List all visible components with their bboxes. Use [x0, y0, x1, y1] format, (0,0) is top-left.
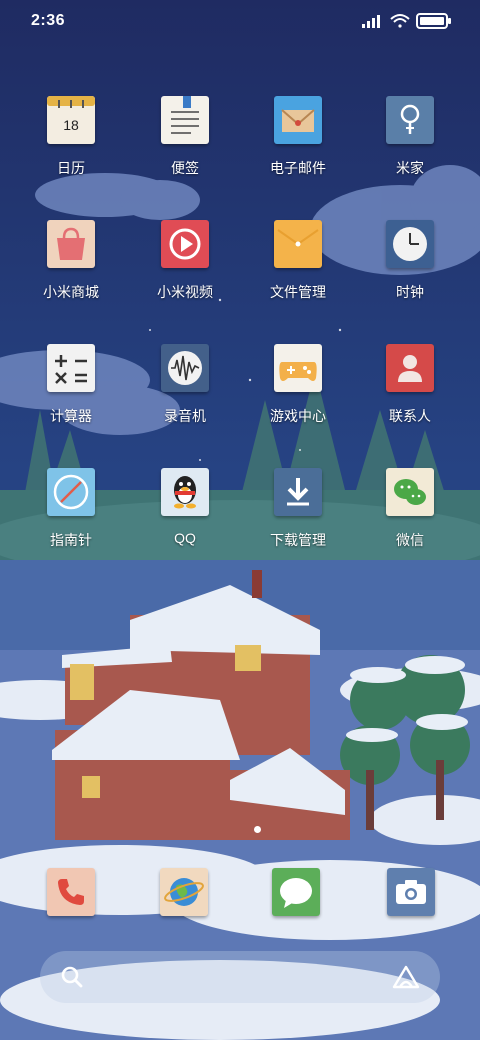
app-calculator[interactable]: 计算器: [16, 344, 126, 454]
search-icon[interactable]: [60, 965, 84, 989]
messages-icon: [272, 868, 320, 916]
dock-camera[interactable]: [387, 868, 435, 916]
notes-icon: [161, 96, 209, 144]
app-label: 便签: [171, 160, 199, 176]
dock-messages[interactable]: [272, 868, 320, 916]
app-label: 录音机: [164, 408, 206, 424]
gamepad-icon: [274, 344, 322, 392]
app-calendar[interactable]: 18 日历: [16, 96, 126, 206]
app-label: 微信: [396, 532, 424, 548]
app-label: 计算器: [50, 408, 92, 424]
app-label: 日历: [57, 160, 85, 176]
email-icon: [274, 96, 322, 144]
dock-phone[interactable]: [47, 868, 95, 916]
contacts-icon: [386, 344, 434, 392]
app-label: 米家: [396, 160, 424, 176]
compass-icon: [47, 468, 95, 516]
status-bar: 2:36: [0, 0, 480, 42]
app-label: 下载管理: [270, 532, 326, 548]
signal-icon: [362, 15, 380, 28]
app-compass[interactable]: 指南针: [16, 468, 126, 578]
app-label: 文件管理: [270, 284, 326, 300]
app-qq[interactable]: QQ: [130, 468, 240, 578]
mall-bag-icon: [47, 220, 95, 268]
search-bar[interactable]: [40, 951, 440, 1003]
clock-icon: [386, 220, 434, 268]
app-label: 游戏中心: [270, 408, 326, 424]
app-label: 时钟: [396, 284, 424, 300]
video-play-icon: [161, 220, 209, 268]
app-label: QQ: [174, 530, 196, 546]
folder-icon: [274, 220, 322, 268]
wechat-icon: [386, 468, 434, 516]
app-contacts[interactable]: 联系人: [355, 344, 465, 454]
camera-icon: [387, 868, 435, 916]
browser-globe-icon: [160, 868, 208, 916]
svg-text:18: 18: [63, 117, 79, 133]
app-clock[interactable]: 时钟: [355, 220, 465, 330]
app-mi-video[interactable]: 小米视频: [130, 220, 240, 330]
app-recorder[interactable]: 录音机: [130, 344, 240, 454]
app-notes[interactable]: 便签: [130, 96, 240, 206]
mijia-icon: [386, 96, 434, 144]
app-file-manager[interactable]: 文件管理: [243, 220, 353, 330]
app-label: 电子邮件: [270, 160, 326, 176]
app-label: 联系人: [389, 408, 431, 424]
app-mi-mall[interactable]: 小米商城: [16, 220, 126, 330]
phone-icon: [47, 868, 95, 916]
battery-icon: [416, 13, 451, 29]
recorder-icon: [161, 344, 209, 392]
download-icon: [274, 468, 322, 516]
app-label: 指南针: [50, 532, 92, 548]
app-label: 小米商城: [43, 284, 99, 300]
calculator-icon: [47, 344, 95, 392]
app-game-center[interactable]: 游戏中心: [243, 344, 353, 454]
status-icons: [360, 12, 460, 30]
wifi-icon: [390, 14, 410, 28]
app-mijia[interactable]: 米家: [355, 96, 465, 206]
app-download-manager[interactable]: 下载管理: [243, 468, 353, 578]
calendar-icon: 18: [47, 96, 95, 144]
qq-penguin-icon: [161, 468, 209, 516]
app-wechat[interactable]: 微信: [355, 468, 465, 578]
dock-browser[interactable]: [160, 868, 208, 916]
app-email[interactable]: 电子邮件: [243, 96, 353, 206]
page-indicator-dot: [254, 826, 261, 833]
app-label: 小米视频: [157, 284, 213, 300]
assistant-icon[interactable]: [392, 965, 420, 989]
status-time: 2:36: [31, 12, 66, 29]
